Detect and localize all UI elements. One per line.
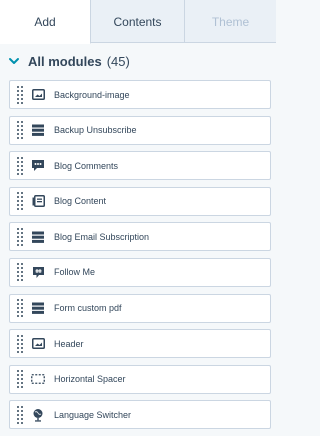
comment-icon <box>31 159 45 173</box>
module-label: Backup Unsubscribe <box>54 125 137 136</box>
chevron-down-icon <box>9 58 19 64</box>
drag-handle-icon[interactable] <box>17 85 23 104</box>
blog-content-icon <box>31 194 45 208</box>
module-item[interactable]: Blog Email Subscription <box>9 222 271 252</box>
module-label: Form custom pdf <box>54 303 122 314</box>
drag-handle-icon[interactable] <box>17 156 23 175</box>
module-item[interactable]: Blog Content <box>9 186 271 216</box>
module-label: Blog Email Subscription <box>54 231 150 242</box>
drag-handle-icon[interactable] <box>17 370 23 389</box>
module-label: Background-image <box>54 89 130 100</box>
tab-add[interactable]: Add <box>0 0 91 44</box>
drag-handle-icon[interactable] <box>17 334 23 353</box>
drag-handle-icon[interactable] <box>17 263 23 282</box>
all-modules-toggle[interactable]: All modules (45) <box>8 52 130 70</box>
form-icon <box>31 230 45 244</box>
module-label: Blog Content <box>54 196 107 207</box>
form-icon <box>31 301 45 315</box>
module-item[interactable]: Language Switcher <box>9 400 271 430</box>
module-item[interactable]: Blog Comments <box>9 151 271 181</box>
module-count: (45) <box>106 53 130 69</box>
tab-theme-label: Theme <box>211 14 250 29</box>
tab-theme[interactable]: Theme <box>185 0 276 43</box>
module-list: Background-image Backup Unsubscribe Blog C… <box>9 80 271 436</box>
module-item[interactable]: Backup Unsubscribe <box>9 115 271 145</box>
spacer-icon <box>31 372 45 386</box>
form-icon <box>31 123 45 137</box>
module-label: Language Switcher <box>54 409 132 420</box>
globe-icon <box>31 408 45 422</box>
module-item[interactable]: Background-image <box>9 80 271 109</box>
drag-handle-icon[interactable] <box>17 227 23 246</box>
image-icon <box>31 337 45 351</box>
follow-icon <box>31 265 45 279</box>
drag-handle-icon[interactable] <box>17 405 23 424</box>
tab-add-label: Add <box>34 14 56 29</box>
image-icon <box>31 88 45 102</box>
section-title: All modules <box>28 53 102 69</box>
drag-handle-icon[interactable] <box>17 299 23 318</box>
drag-handle-icon[interactable] <box>17 192 23 211</box>
module-item[interactable]: Header <box>9 329 271 359</box>
tab-contents[interactable]: Contents <box>91 0 185 43</box>
module-label: Follow Me <box>54 267 96 278</box>
drag-handle-icon[interactable] <box>17 121 23 140</box>
module-label: Header <box>54 338 84 349</box>
module-label: Blog Comments <box>54 160 119 171</box>
tab-bar: Add Contents Theme <box>0 0 276 44</box>
module-item[interactable]: Form custom pdf <box>9 293 271 323</box>
module-item[interactable]: Horizontal Spacer <box>9 364 271 394</box>
module-item[interactable]: Follow Me <box>9 257 271 287</box>
tab-contents-label: Contents <box>113 14 162 29</box>
module-label: Horizontal Spacer <box>54 374 126 385</box>
